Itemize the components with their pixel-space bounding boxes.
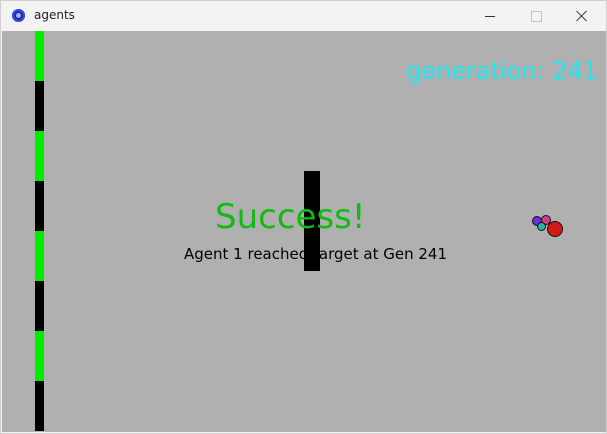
- minimize-icon: [485, 15, 495, 17]
- title-bar[interactable]: agents: [1, 1, 606, 31]
- simulation-canvas[interactable]: generation: 241 Success! Agent 1 reached…: [2, 31, 606, 432]
- progress-segment: [35, 281, 44, 331]
- window-title: agents: [34, 8, 75, 22]
- agent-cluster: [530, 214, 564, 244]
- progress-segment: [35, 381, 44, 431]
- maximize-icon: [530, 10, 542, 22]
- agent-dot: [547, 221, 563, 237]
- progress-segment: [35, 31, 44, 81]
- target-reached-message: Agent 1 reached target at Gen 241: [184, 245, 447, 263]
- close-icon: [576, 10, 588, 22]
- app-globe-icon: [12, 9, 25, 22]
- close-button[interactable]: [559, 1, 605, 31]
- minimize-button[interactable]: [467, 1, 513, 31]
- progress-segment: [35, 231, 44, 281]
- app-window: agents generation: 241 Success! Agent 1 …: [0, 0, 607, 434]
- generation-counter: generation: 241: [405, 57, 598, 85]
- success-message: Success!: [215, 197, 366, 237]
- maximize-button[interactable]: [513, 1, 559, 31]
- agent-dot: [537, 222, 546, 231]
- progress-segment: [35, 81, 44, 131]
- progress-segment: [35, 131, 44, 181]
- progress-segment: [35, 331, 44, 381]
- progress-segment: [35, 181, 44, 231]
